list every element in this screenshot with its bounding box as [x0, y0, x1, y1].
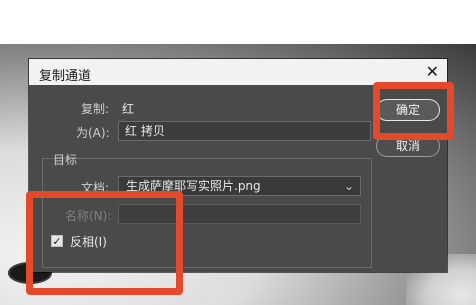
- copy-label: 复制:: [81, 102, 110, 116]
- annotation-box-invert: [26, 191, 183, 295]
- annotation-box-ok: [373, 82, 454, 140]
- as-label: 为(A):: [76, 126, 110, 140]
- as-name-input[interactable]: 红 拷贝: [118, 121, 371, 141]
- dialog-title: 复制通道: [39, 69, 92, 84]
- target-group-label: 目标: [53, 153, 78, 167]
- background-top-strip: [0, 0, 476, 44]
- chevron-down-icon: ⌄: [343, 179, 354, 193]
- copy-channel-value: 红: [122, 102, 135, 116]
- close-icon[interactable]: ✕: [426, 63, 439, 81]
